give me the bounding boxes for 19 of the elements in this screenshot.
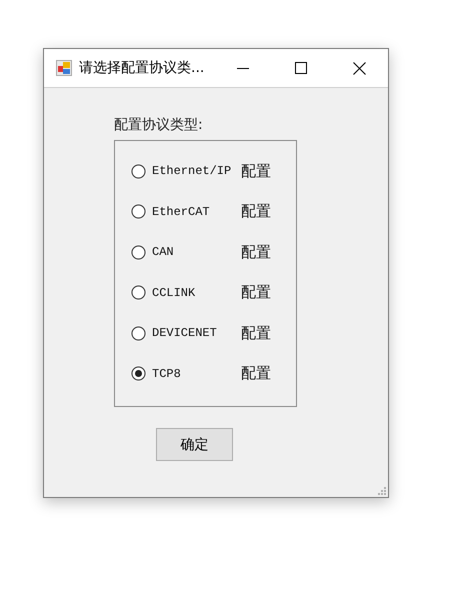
resize-grip-icon[interactable] [377,486,386,495]
radio-button[interactable] [131,244,146,260]
close-icon [352,62,366,74]
radio-button[interactable] [131,326,146,340]
radio-button[interactable] [131,164,146,178]
group-label: 配置协议类型: [114,116,204,134]
config-link[interactable]: 配置 [241,324,296,342]
config-link[interactable]: 配置 [241,242,296,262]
config-link[interactable]: 配置 [241,283,296,302]
config-link[interactable]: 配置 [241,202,296,221]
app-icon [56,60,72,76]
window-title: 请选择配置协议类... [79,59,204,77]
config-link[interactable]: 配置 [241,364,296,383]
ok-button[interactable]: 确定 [156,428,233,461]
radio-button[interactable] [131,204,146,219]
maximize-icon [295,62,307,74]
radio-button[interactable] [131,285,146,300]
config-link[interactable]: 配置 [241,162,296,180]
radio-button[interactable] [131,366,146,381]
